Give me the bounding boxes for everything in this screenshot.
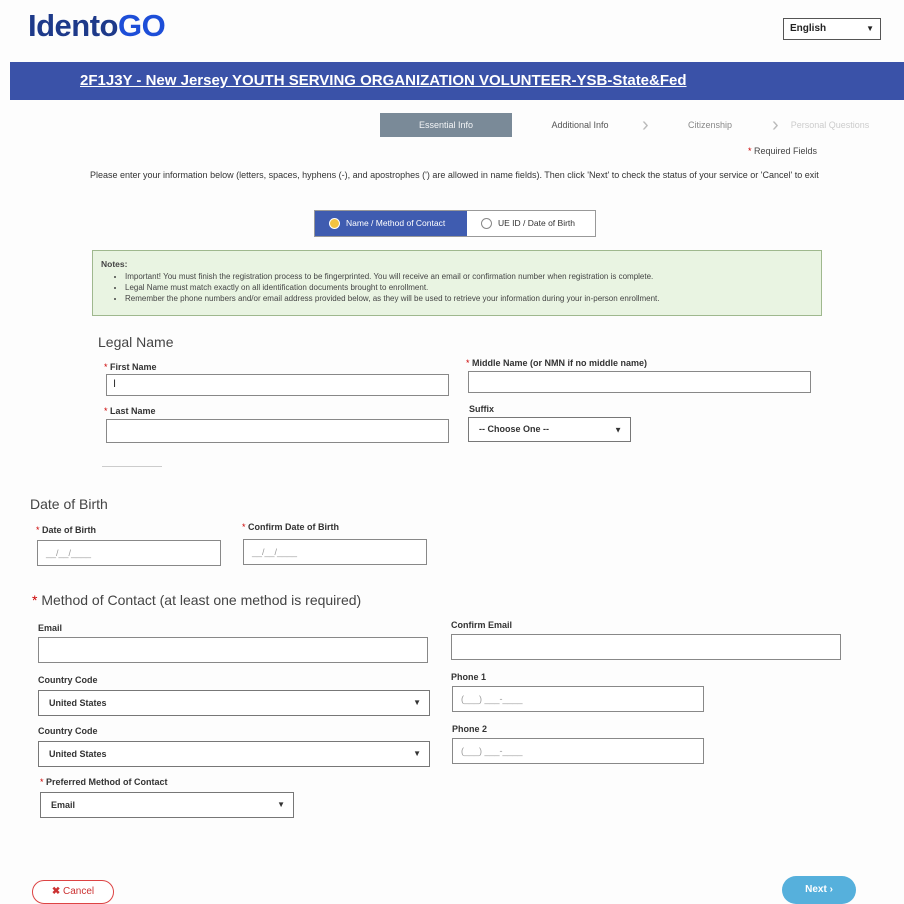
dropdown-arrow-icon: ▼ (413, 698, 421, 707)
last-name-field[interactable] (106, 419, 449, 443)
step-progress: Essential Info Additional Info › Citizen… (380, 113, 880, 137)
radio-selected-icon (329, 218, 340, 230)
preferred-contact-select[interactable]: Email ▼ (40, 792, 294, 818)
preferred-contact-label: * Preferred Method of Contact (40, 777, 168, 787)
dob-label: * Date of Birth (36, 525, 97, 535)
step-essential-info: Essential Info (380, 113, 512, 137)
country-code-value-1: United States (49, 698, 107, 708)
dropdown-arrow-icon: ▼ (277, 800, 285, 809)
dropdown-arrow-icon: ▼ (614, 425, 622, 434)
step-citizenship: Citizenship (687, 120, 733, 130)
dob-field[interactable]: __/__/____ (37, 540, 221, 566)
suffix-value: -- Choose One -- (479, 424, 549, 434)
legal-name-heading: Legal Name (98, 334, 174, 350)
radio-unselected-icon (481, 218, 492, 230)
step-additional-info: Additional Info (551, 120, 609, 130)
chevron-right-icon: › (829, 884, 833, 895)
last-name-label: * Last Name (104, 406, 156, 416)
required-fields-note: * Required Fields (748, 146, 818, 156)
middle-name-field[interactable] (468, 371, 811, 393)
country-code-select-1[interactable]: United States ▼ (38, 690, 430, 716)
phone1-label: Phone 1 (451, 672, 487, 682)
suffix-label: Suffix (469, 404, 495, 414)
notes-heading: Notes: (101, 259, 128, 269)
step-personal-questions: Personal Questions (790, 120, 870, 130)
suffix-select[interactable]: -- Choose One -- ▼ (468, 417, 631, 442)
section-divider (102, 466, 162, 467)
confirm-dob-label: * Confirm Date of Birth (242, 522, 340, 532)
email-field[interactable] (38, 637, 428, 663)
note-item: Remember the phone numbers and/or email … (125, 293, 813, 304)
language-select[interactable]: English ▼ (783, 18, 881, 40)
tab-name-method-of-contact[interactable]: Name / Method of Contact (315, 211, 467, 236)
first-name-label: * First Name (104, 362, 157, 372)
confirm-dob-field[interactable]: __/__/____ (243, 539, 427, 565)
phone2-label: Phone 2 (452, 724, 488, 734)
method-of-contact-heading: * Method of Contact (at least one method… (32, 592, 362, 608)
country-code-select-2[interactable]: United States ▼ (38, 741, 430, 767)
notes-box: Notes: Important! You must finish the re… (92, 250, 822, 316)
identogo-logo: IdentoGO (28, 8, 166, 43)
next-button[interactable]: Next › (782, 876, 856, 904)
middle-name-label: * Middle Name (or NMN if no middle name) (466, 358, 648, 368)
dropdown-arrow-icon: ▼ (413, 749, 421, 758)
close-icon: ✖ (51, 886, 61, 897)
first-name-field[interactable]: I (106, 374, 449, 396)
intro-text: Please enter your information below (let… (90, 170, 819, 180)
confirm-email-label: Confirm Email (451, 620, 513, 630)
chevron-right-icon: › (772, 114, 779, 136)
preferred-contact-value: Email (51, 800, 76, 810)
country-code-value-2: United States (49, 749, 107, 759)
chevron-right-icon: › (642, 114, 649, 136)
note-item: Important! You must finish the registrat… (125, 271, 813, 282)
country-code-label-2: Country Code (38, 726, 98, 736)
email-label: Email (38, 623, 63, 633)
tab-ue-id-date-of-birth[interactable]: UE ID / Date of Birth (467, 211, 595, 236)
dropdown-arrow-icon: ▼ (866, 24, 874, 33)
note-item: Legal Name must match exactly on all ide… (125, 282, 813, 293)
language-value: English (790, 23, 827, 34)
confirm-email-field[interactable] (451, 634, 841, 660)
phone1-field[interactable]: (___) ___-____ (452, 686, 704, 712)
cancel-button[interactable]: ✖ Cancel (32, 880, 114, 904)
lookup-method-tabs: Name / Method of Contact UE ID / Date of… (314, 210, 596, 237)
date-of-birth-heading: Date of Birth (30, 496, 108, 512)
phone2-field[interactable]: (___) ___-____ (452, 738, 704, 764)
service-title[interactable]: 2F1J3Y - New Jersey YOUTH SERVING ORGANI… (80, 72, 687, 89)
country-code-label-1: Country Code (38, 675, 98, 685)
